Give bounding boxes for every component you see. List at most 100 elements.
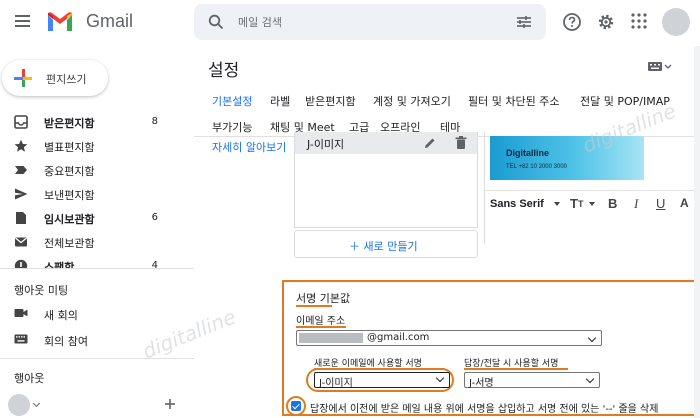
signature-item[interactable]: J-이미지 [295, 132, 477, 154]
signature-name: J-이미지 [307, 138, 345, 151]
all-mail-icon [15, 237, 27, 247]
redacted-email-prefix [299, 333, 363, 343]
sidebar-item-sent[interactable]: 보낸편지함 [0, 182, 192, 206]
star-icon [14, 139, 28, 152]
input-tools-keyboard-icon[interactable] [648, 62, 672, 72]
chevron-down-icon[interactable] [32, 399, 41, 408]
new-email-signature-select[interactable]: J-이미지 [314, 372, 450, 389]
settings-panel: 설정 기본설정 라벨 받은편지함 계정 및 가져오기 필터 및 차단된 주소 전… [194, 44, 700, 418]
search-input[interactable] [238, 13, 488, 31]
sidebar-item-label: 전체보관함 [44, 237, 95, 250]
sidebar-item-label: 별표편지함 [44, 141, 95, 154]
compose-plus-icon [14, 69, 32, 87]
inbox-icon [14, 115, 28, 129]
create-new-text: 새로 만들기 [363, 240, 418, 253]
meet-section-title: 행아웃 미팅 [14, 284, 69, 297]
hangouts-avatar[interactable] [8, 394, 30, 416]
insert-signature-before-quoted-checkbox[interactable] [291, 401, 301, 411]
chevron-down-icon [585, 374, 595, 384]
settings-gear-icon[interactable] [596, 12, 616, 32]
compose-label: 편지쓰기 [46, 73, 87, 86]
draft-icon [16, 212, 26, 224]
spam-icon [14, 259, 28, 268]
tab-inbox[interactable]: 받은편지함 [305, 93, 356, 109]
sidebar-item-starred[interactable]: 별표편지함 [0, 134, 192, 158]
add-icon[interactable] [164, 398, 176, 410]
main-menu-icon[interactable] [15, 15, 30, 27]
signature-defaults-title: 서명 기본값 [296, 292, 351, 305]
new-meeting-item[interactable]: 새 회의 [0, 302, 192, 326]
sidebar-item-drafts[interactable]: 임시보관함 6 [0, 206, 192, 230]
sidebar-item-label: 임시보관함 [44, 213, 95, 226]
sidebar-item-spam[interactable]: 스팸함 4 [0, 254, 192, 268]
edit-pencil-icon[interactable] [423, 136, 437, 150]
unread-count: 6 [151, 212, 158, 223]
page-title: 설정 [208, 61, 240, 81]
search-bar[interactable] [194, 4, 546, 40]
new-meeting-label: 새 회의 [44, 309, 78, 322]
sidebar: 편지쓰기 받은편지함 8 별표편지함 중요편지함 보낸편지함 임시보관함 6 전… [0, 44, 194, 418]
sidebar-item-important[interactable]: 중요편지함 [0, 158, 192, 182]
sidebar-item-all-mail[interactable]: 전체보관함 [0, 230, 192, 254]
search-options-icon[interactable] [516, 15, 532, 29]
reply-forward-signature-value: J-서명 [469, 378, 494, 389]
tab-general[interactable]: 기본설정 [212, 93, 252, 109]
sidebar-item-label: 받은편지함 [44, 117, 95, 130]
text-color-icon[interactable]: A [680, 196, 689, 210]
gmail-logo-text: Gmail [86, 11, 134, 31]
banner-company-name: Digitalline [506, 148, 550, 158]
sidebar-item-inbox[interactable]: 받은편지함 8 [0, 110, 192, 134]
create-new-signature-button[interactable]: ＋ 새로 만들기 [294, 230, 478, 258]
learn-more-link[interactable]: 자세히 알아보기 [212, 139, 286, 155]
video-camera-icon [14, 309, 28, 317]
sidebar-item-label: 보낸편지함 [44, 189, 95, 202]
sidebar-divider [0, 268, 194, 269]
title-highlight-underline [296, 305, 332, 307]
top-bar: Gmail [0, 0, 700, 44]
signature-defaults-section: 서명 기본값 이메일 주소 @gmail.com 새로운 이메일에 사용할 서명… [282, 280, 698, 416]
email-label-highlight-underline [296, 326, 346, 328]
hangouts-section-title: 행아웃 [14, 372, 45, 385]
font-size-icon[interactable]: T [570, 196, 578, 211]
reply-forward-signature-select[interactable]: J-서명 [464, 372, 600, 389]
underline-icon[interactable]: U [656, 196, 665, 211]
email-address-value: @gmail.com [367, 332, 430, 343]
join-meeting-label: 회의 참여 [44, 335, 88, 348]
tab-accounts-import[interactable]: 계정 및 가져오기 [373, 93, 451, 109]
apps-grid-icon[interactable] [630, 12, 648, 30]
insert-signature-before-quoted-label: 답장에서 이전에 받은 메일 내용 위에 서명을 삽입하고 서명 전에 있는 '… [310, 404, 659, 415]
tab-filters-blocked[interactable]: 필터 및 차단된 주소 [468, 93, 559, 109]
account-avatar[interactable] [662, 8, 690, 36]
font-family-select[interactable]: Sans Serif [490, 198, 544, 210]
chevron-down-icon [587, 333, 597, 343]
unread-count: 8 [151, 116, 158, 127]
gmail-logo-icon[interactable] [46, 12, 74, 32]
tab-labels[interactable]: 라벨 [270, 93, 290, 109]
new-email-signature-value: J-이미지 [319, 378, 353, 389]
signature-list: J-이미지 [294, 132, 478, 228]
email-address-select[interactable]: @gmail.com [296, 330, 602, 346]
banner-telephone: TEL +82 10 2000 3000 [506, 164, 567, 170]
delete-trash-icon[interactable] [455, 136, 467, 150]
sidebar-item-label: 스팸함 [44, 261, 75, 268]
chevron-down-icon [435, 373, 445, 383]
bold-icon[interactable]: B [608, 196, 617, 211]
italic-icon[interactable]: I [634, 196, 638, 212]
reply-label-highlight-underline [464, 368, 568, 370]
font-size-dropdown-icon[interactable] [589, 202, 595, 206]
tab-addons[interactable]: 부가기능 [212, 119, 252, 135]
search-icon[interactable] [208, 14, 224, 30]
email-address-label: 이메일 주소 [296, 316, 346, 327]
compose-button[interactable]: 편지쓰기 [2, 60, 108, 96]
help-icon[interactable] [562, 12, 582, 32]
vertical-scrollbar[interactable] [694, 46, 700, 418]
font-dropdown-icon[interactable] [554, 202, 560, 206]
sidebar-divider [0, 358, 194, 359]
editor-toolbar: Sans Serif T T B I U A [484, 190, 700, 216]
keyboard-icon [14, 334, 28, 344]
create-new-label: ＋ 새로 만들기 [349, 240, 418, 253]
unread-count: 4 [151, 260, 158, 268]
label-important-icon [15, 166, 27, 174]
sidebar-item-label: 중요편지함 [44, 165, 95, 178]
send-icon [15, 188, 28, 200]
